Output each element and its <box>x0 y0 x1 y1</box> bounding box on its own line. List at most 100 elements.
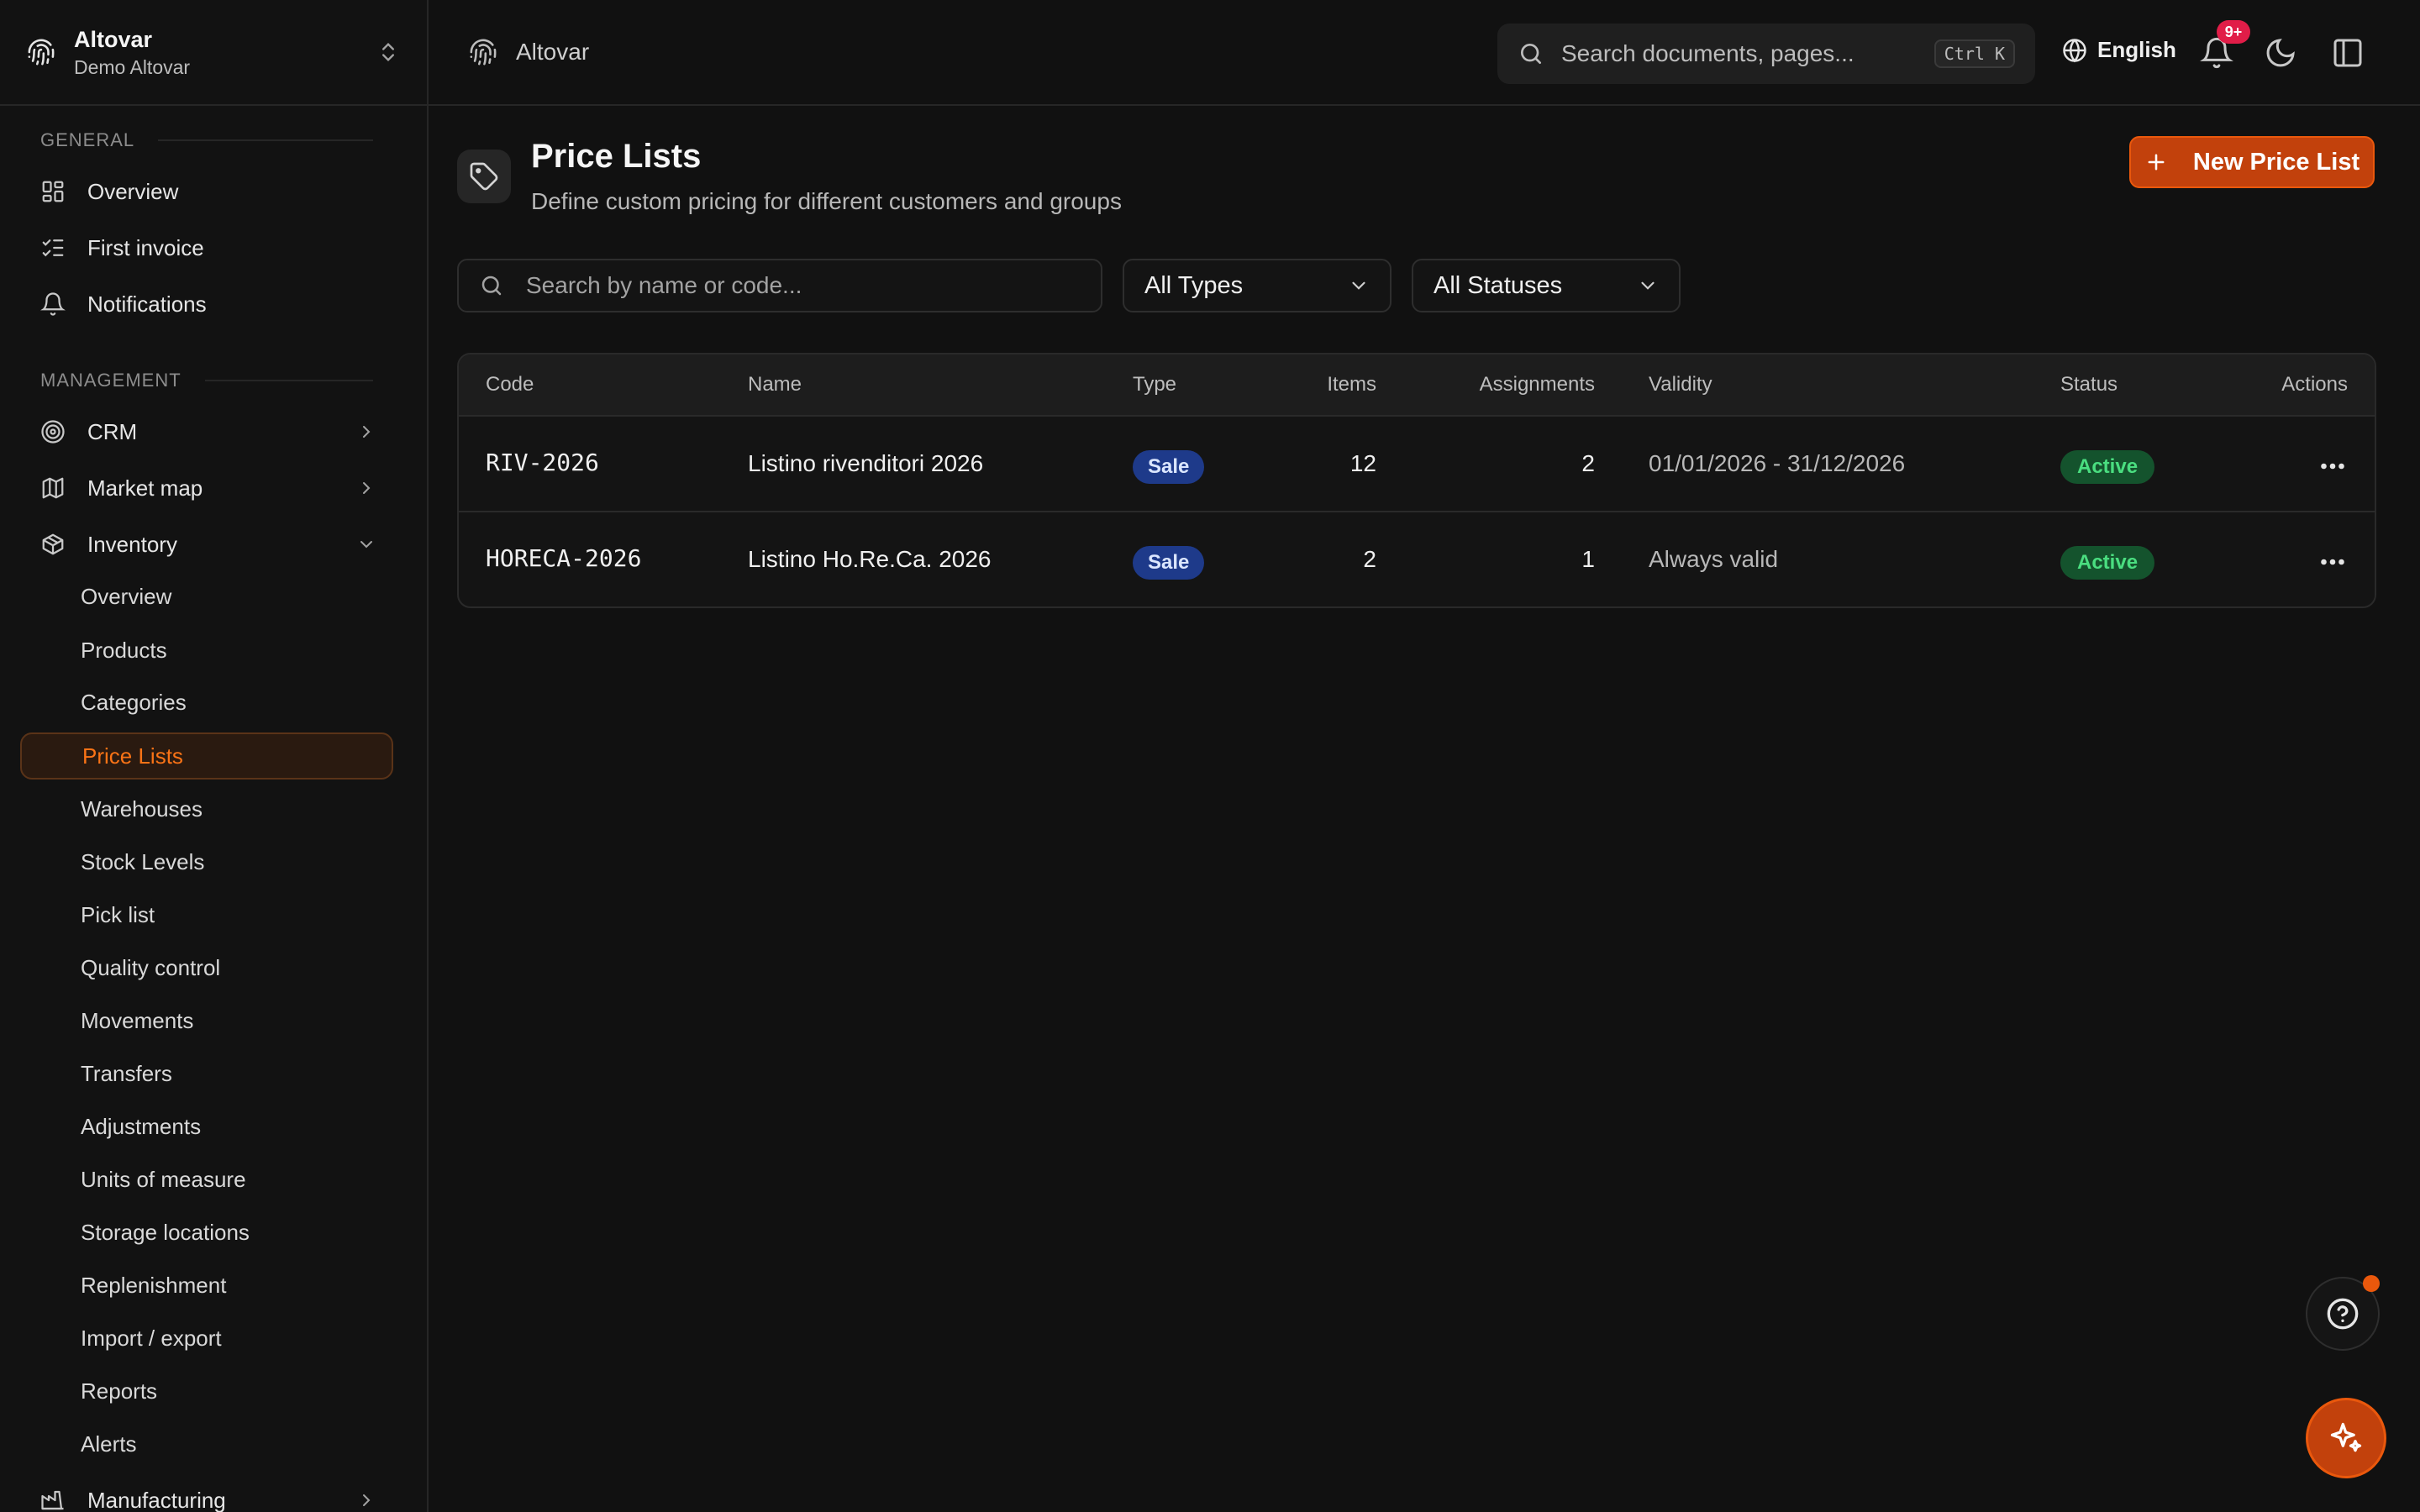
column-header-code[interactable]: Code <box>486 373 534 396</box>
sidebar-sub-item-overview[interactable]: Overview <box>20 573 393 620</box>
page-title: Price Lists <box>531 138 702 175</box>
sidebar-item-notifications[interactable]: Notifications <box>20 281 393 328</box>
sidebar-item-overview[interactable]: Overview <box>20 168 393 215</box>
dashboard-icon <box>42 181 64 202</box>
page-icon <box>457 150 511 203</box>
cell-assignments: 2 <box>1581 450 1595 476</box>
chevron-down-icon <box>360 541 372 549</box>
sidebar-sub-item-reports[interactable]: Reports <box>20 1368 393 1415</box>
column-header-assignments[interactable]: Assignments <box>1480 373 1595 396</box>
help-circle-icon <box>2327 1298 2359 1330</box>
notification-badge: 9+ <box>2217 20 2250 44</box>
cell-name[interactable]: Listino Ho.Re.Ca. 2026 <box>748 546 992 573</box>
sidebar-item-market-map[interactable]: Market map <box>20 465 393 512</box>
type-filter-value: All Types <box>1144 271 1244 299</box>
sidebar-item-inventory[interactable]: Inventory <box>20 521 393 568</box>
globe-icon <box>2063 38 2086 62</box>
price-lists-table: Code Name Type Items Assignments Validit… <box>457 353 2376 608</box>
column-header-status[interactable]: Status <box>2060 373 2118 396</box>
sidebar-item-first-invoice[interactable]: First invoice <box>20 224 393 271</box>
sidebar-toggle-icon[interactable] <box>2331 36 2365 70</box>
checklist-icon <box>42 239 64 257</box>
org-name: Altovar <box>74 27 153 52</box>
status-badge: Active <box>2060 450 2155 484</box>
cell-validity: Always valid <box>1649 546 1779 572</box>
global-search[interactable]: Search documents, pages... Ctrl K <box>1497 24 2035 84</box>
more-horizontal-icon[interactable] <box>2317 549 2348 575</box>
chevron-down-icon <box>1352 281 1365 290</box>
map-icon <box>42 477 64 499</box>
column-header-type[interactable]: Type <box>1133 373 1176 396</box>
column-header-name[interactable]: Name <box>748 373 802 396</box>
type-badge: Sale <box>1133 450 1205 484</box>
sidebar-sub-item-price-lists[interactable]: Price Lists <box>20 732 393 780</box>
price-list-search-input[interactable] <box>526 272 1081 299</box>
sidebar-sub-item-transfers[interactable]: Transfers <box>20 1050 393 1097</box>
table-row[interactable]: HORECA-2026 Listino Ho.Re.Ca. 2026 Sale … <box>459 512 2375 606</box>
sidebar-item-crm[interactable]: CRM <box>20 408 393 455</box>
help-indicator-dot <box>2363 1275 2380 1292</box>
plus-icon <box>2148 154 2165 171</box>
sidebar-item-label: First invoice <box>87 234 204 260</box>
table-header: Code Name Type Items Assignments Validit… <box>459 354 2375 417</box>
sidebar-sub-item-products[interactable]: Products <box>20 627 393 674</box>
sidebar-sub-item-warehouses[interactable]: Warehouses <box>20 785 393 832</box>
sidebar-sub-item-pick-list[interactable]: Pick list <box>20 891 393 938</box>
sidebar-item-label: Market map <box>87 475 203 501</box>
table-row[interactable]: RIV-2026 Listino rivenditori 2026 Sale 1… <box>459 417 2375 512</box>
cell-validity: 01/01/2026 - 31/12/2026 <box>1649 450 1906 476</box>
section-label-general: GENERAL <box>40 129 373 151</box>
new-price-list-label: New Price List <box>2192 148 2360 176</box>
new-price-list-button[interactable]: New Price List <box>2129 136 2375 188</box>
target-icon <box>41 420 65 444</box>
column-header-validity[interactable]: Validity <box>1649 373 1712 396</box>
language-switcher[interactable]: English <box>2062 37 2176 63</box>
org-subtitle: Demo Altovar <box>74 56 191 78</box>
chevron-right-icon <box>363 1494 371 1506</box>
bell-icon <box>40 292 66 316</box>
search-shortcut: Ctrl K <box>1933 39 2015 68</box>
language-label: English <box>2097 37 2176 62</box>
sidebar-sub-item-adjustments[interactable]: Adjustments <box>20 1103 393 1150</box>
moon-icon[interactable] <box>2264 36 2297 70</box>
sidebar-item-label: Inventory <box>87 531 177 557</box>
status-filter-value: All Statuses <box>1434 271 1563 299</box>
sidebar-sub-item-movements[interactable]: Movements <box>20 997 393 1044</box>
chevron-down-icon <box>1641 281 1655 290</box>
chevron-right-icon <box>363 482 371 494</box>
status-badge: Active <box>2060 546 2155 580</box>
search-icon <box>481 276 502 296</box>
column-header-actions: Actions <box>2281 373 2348 396</box>
cell-code: HORECA-2026 <box>486 544 642 572</box>
sidebar-item-label: Manufacturing <box>87 1487 226 1512</box>
org-switcher[interactable]: Altovar Demo Altovar <box>0 0 427 106</box>
status-filter-select[interactable]: All Statuses <box>1412 259 1681 312</box>
box-icon <box>42 533 64 555</box>
section-label-management: MANAGEMENT <box>40 370 373 391</box>
column-header-items[interactable]: Items <box>1327 373 1376 396</box>
price-list-search[interactable] <box>457 259 1102 312</box>
breadcrumb[interactable]: Altovar <box>469 38 589 66</box>
sidebar-item-label: Notifications <box>87 291 207 317</box>
cell-items: 2 <box>1363 546 1376 572</box>
sidebar-sub-item-units-of-measure[interactable]: Units of measure <box>20 1156 393 1203</box>
sidebar-sub-item-replenishment[interactable]: Replenishment <box>20 1262 393 1309</box>
cell-code: RIV-2026 <box>486 449 599 476</box>
cell-items: 12 <box>1349 450 1376 476</box>
cell-assignments: 1 <box>1581 546 1595 572</box>
sidebar-item-manufacturing[interactable]: Manufacturing <box>20 1477 393 1512</box>
cell-name[interactable]: Listino rivenditori 2026 <box>748 450 983 477</box>
ai-assistant-button[interactable] <box>2306 1398 2386 1478</box>
tag-icon <box>470 162 498 191</box>
fingerprint-icon <box>28 39 55 66</box>
type-badge: Sale <box>1133 546 1205 580</box>
sidebar-item-label: CRM <box>87 418 138 444</box>
sidebar-sub-item-storage-locations[interactable]: Storage locations <box>20 1209 393 1256</box>
sidebar-sub-item-categories[interactable]: Categories <box>20 679 393 726</box>
sidebar-sub-item-import-export[interactable]: Import / export <box>20 1315 393 1362</box>
sidebar-sub-item-quality-control[interactable]: Quality control <box>20 944 393 991</box>
sidebar-sub-item-stock-levels[interactable]: Stock Levels <box>20 838 393 885</box>
sidebar-sub-item-alerts[interactable]: Alerts <box>20 1420 393 1467</box>
type-filter-select[interactable]: All Types <box>1123 259 1392 312</box>
more-horizontal-icon[interactable] <box>2317 454 2348 479</box>
